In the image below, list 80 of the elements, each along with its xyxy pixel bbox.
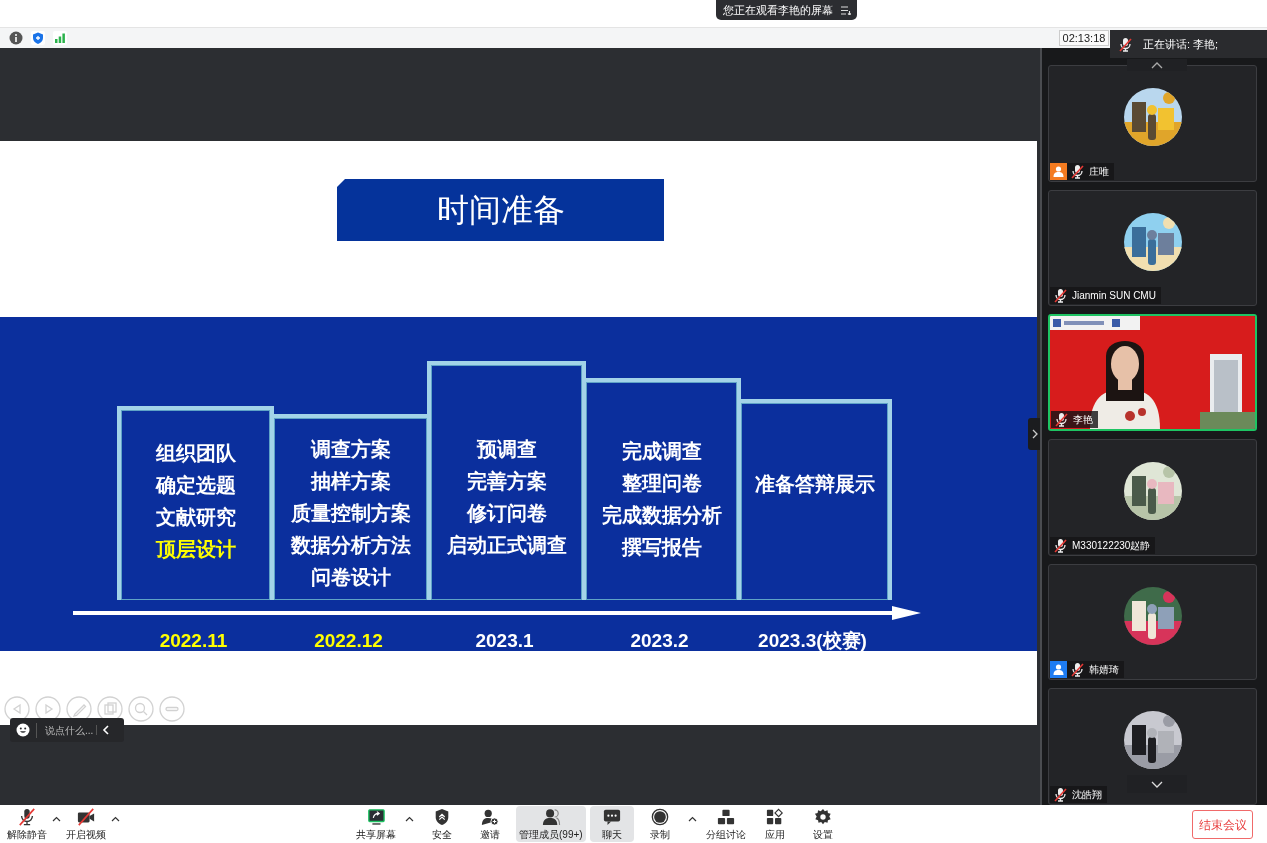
toolbar-button[interactable]: 分组讨论 — [702, 806, 749, 842]
caret-icon — [687, 816, 697, 822]
participant-name: 沈皓翔 — [1072, 788, 1102, 803]
toolbar-button[interactable]: 安全 — [420, 806, 464, 842]
scroll-up-button[interactable] — [1127, 59, 1187, 71]
participant-name: 庄唯 — [1089, 164, 1109, 179]
toolbar-button[interactable]: 应用 — [752, 806, 797, 842]
chevron-left-icon — [102, 725, 110, 735]
menu-caret-button[interactable] — [403, 816, 416, 822]
shield-icon[interactable] — [31, 31, 45, 45]
apps-icon — [764, 808, 785, 826]
stage-date: 2022.11 — [158, 629, 229, 651]
participant-tile[interactable]: M330122230赵静 — [1048, 439, 1257, 556]
meeting-timer: 02:13:18 — [1059, 30, 1109, 46]
record-icon — [649, 808, 670, 826]
stage-task: 完善方案 — [466, 469, 547, 494]
stage-date: 2023.1 — [474, 629, 535, 651]
microphone-off-icon — [17, 808, 37, 826]
stage-date: 2023.3(校赛) — [757, 629, 868, 651]
stage-task: 完成数据分析 — [601, 503, 722, 528]
stage-task: 启动正式调查 — [446, 533, 567, 558]
participant-name: 韩婧琦 — [1089, 663, 1119, 678]
share-screen-icon — [366, 808, 386, 826]
caret-icon — [111, 816, 120, 822]
stage-task: 调查方案 — [310, 437, 391, 462]
add-person-icon — [480, 808, 500, 826]
camera-off-icon — [76, 808, 96, 826]
stage-task: 顶层设计 — [155, 537, 236, 562]
breakout-rooms-icon — [715, 808, 736, 826]
emoji-icon[interactable] — [16, 723, 30, 737]
caret-icon — [405, 816, 414, 822]
participant-name: 李艳 — [1073, 413, 1093, 427]
stage-task: 准备答辩展示 — [754, 472, 875, 497]
participant-tile[interactable]: 韩婧琦 — [1048, 563, 1257, 681]
toolbar-button[interactable]: 设置 — [800, 806, 845, 842]
stage-task: 确定选题 — [155, 473, 236, 498]
stage-task: 组织团队 — [155, 441, 236, 466]
participant-name: M330122230赵静 — [1072, 538, 1151, 553]
speaker-text: 正在讲话: 李艳; — [1143, 36, 1219, 52]
info-icon[interactable] — [9, 31, 23, 45]
participant-name: Jianmin SUN CMU — [1072, 289, 1156, 304]
chat-input[interactable]: 说点什么... — [36, 722, 96, 738]
signal-icon[interactable] — [53, 31, 67, 45]
toolbar-button[interactable]: 共享屏幕 — [353, 806, 399, 842]
chevron-right-icon — [1032, 429, 1038, 439]
chevron-down-icon — [1151, 780, 1163, 788]
list-icon[interactable] — [841, 5, 851, 15]
participant-tile[interactable]: 李艳 — [1048, 314, 1257, 431]
stage-task: 抽样方案 — [310, 469, 391, 494]
stage-date: 2023.2 — [629, 629, 690, 651]
slide-title: 时间准备 — [337, 179, 664, 241]
stage-task: 问卷设计 — [310, 565, 391, 590]
participant-tile[interactable]: 庄唯 — [1048, 65, 1257, 182]
unmute-button[interactable]: 解除静音 — [4, 806, 50, 842]
caret-icon — [52, 816, 61, 822]
stage-task: 数据分析方法 — [290, 533, 411, 558]
chevron-up-icon — [1151, 61, 1163, 69]
banner-text: 您正在观看李艳的屏幕 — [723, 2, 833, 18]
stage-task: 修订问卷 — [466, 501, 547, 526]
toolbar-button[interactable]: 录制 — [637, 806, 682, 842]
toolbar-button[interactable]: 邀请 — [468, 806, 512, 842]
stage-task: 文献研究 — [155, 505, 236, 530]
participant-tile[interactable]: 沈皓翔 — [1048, 688, 1257, 806]
end-meeting-button[interactable]: 结束会议 — [1192, 810, 1253, 839]
chat-icon — [601, 808, 622, 826]
stage-task: 预调查 — [476, 437, 537, 462]
stage-task: 完成调查 — [621, 439, 702, 464]
video-button[interactable]: 开启视频 — [63, 806, 109, 842]
settings-icon — [812, 808, 833, 826]
stage-date: 2022.12 — [313, 629, 384, 651]
menu-caret-button[interactable] — [50, 816, 63, 822]
stage-task: 质量控制方案 — [290, 501, 411, 526]
toolbar-button[interactable]: 聊天 — [589, 806, 634, 842]
menu-caret-button[interactable] — [109, 816, 122, 822]
participant-tile[interactable]: Jianmin SUN CMU — [1048, 189, 1257, 307]
toolbar-button[interactable]: 管理成员(99+) — [516, 806, 586, 842]
stage-task: 整理问卷 — [621, 471, 702, 496]
chat-bar[interactable]: 说点什么... — [10, 718, 124, 742]
stage-task: 撰写报告 — [621, 535, 702, 560]
people-icon — [540, 808, 561, 826]
